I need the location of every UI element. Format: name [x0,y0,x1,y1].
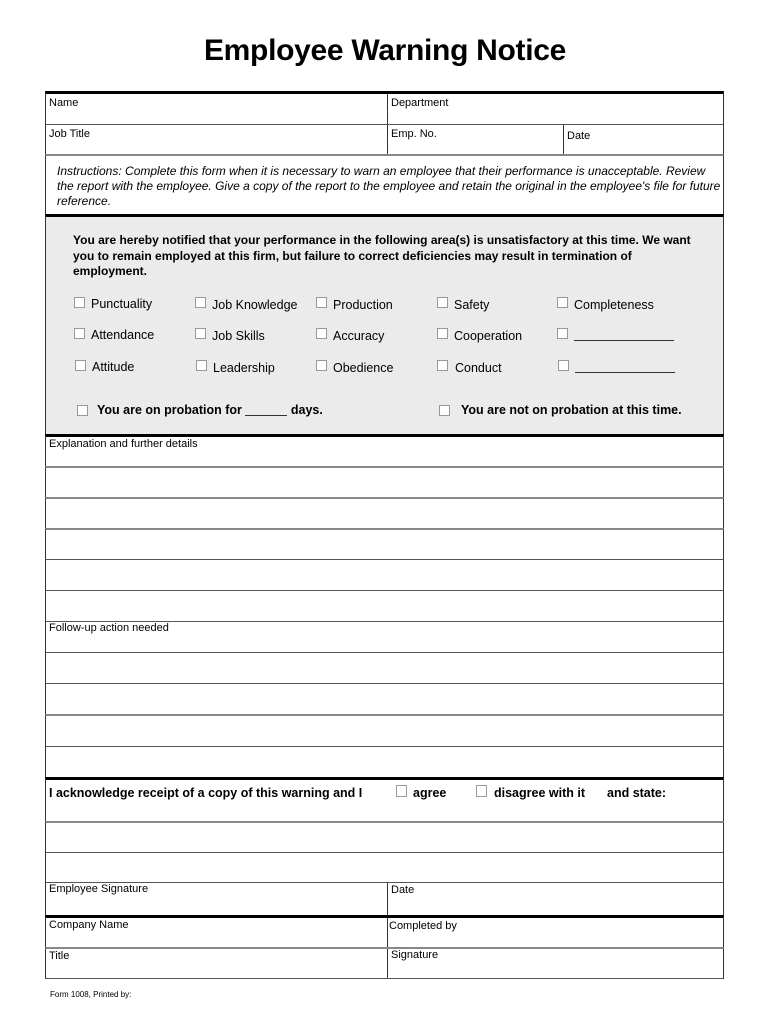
followup-line[interactable] [45,683,724,714]
acknowledge-row: I acknowledge receipt of a copy of this … [45,777,724,821]
probation-on-label: You are on probation for days. [97,403,323,417]
followup-line[interactable] [45,652,724,683]
explanation-line[interactable] [45,466,724,497]
job-skills-label: Job Skills [212,329,265,343]
probation-off-checkbox[interactable] [439,405,450,416]
employee-signature-row: Employee Signature Date [45,882,724,915]
agree-label: agree [413,786,447,800]
employee-date-label: Date [391,884,415,896]
followup-line[interactable] [45,746,724,777]
probation-off-label: You are not on probation at this time. [461,403,682,417]
date-label: Date [567,130,591,142]
job-skills-checkbox[interactable] [195,328,206,339]
cooperation-checkbox[interactable] [437,328,448,339]
completeness-checkbox[interactable] [557,297,568,308]
obedience-checkbox[interactable] [316,360,327,371]
other-area-1-checkbox[interactable] [557,328,568,339]
department-field[interactable]: Department [387,94,723,124]
production-checkbox[interactable] [316,297,327,308]
row-name-department: Name Department [45,91,724,124]
acknowledge-text: I acknowledge receipt of a copy of this … [49,786,363,800]
title-signature-row: Title Signature [45,947,724,979]
disagree-label: disagree with it [494,786,585,800]
explanation-line[interactable] [45,590,724,621]
attendance-label: Attendance [91,328,155,342]
date-field[interactable]: Date [563,125,723,154]
job-title-field[interactable]: Job Title [46,125,387,154]
job-knowledge-checkbox[interactable] [195,297,206,308]
employee-signature-label: Employee Signature [49,883,149,895]
notice-panel: You are hereby notified that your perfor… [45,214,724,434]
explanation-label: Explanation and further details [49,438,198,450]
explanation-line[interactable] [45,559,724,590]
job-knowledge-label: Job Knowledge [212,298,298,312]
punctuality-label: Punctuality [91,297,153,311]
followup-header-row[interactable]: Follow-up action needed [45,621,724,652]
company-name-field[interactable]: Company Name [46,918,387,947]
department-label: Department [391,97,449,109]
company-name-label: Company Name [49,919,129,931]
statement-line[interactable] [45,852,724,882]
completed-by-label: Completed by [389,920,457,932]
explanation-line[interactable] [45,497,724,528]
form-footer: Form 1008, Printed by: [50,990,132,999]
explanation-header-row[interactable]: Explanation and further details [45,434,724,466]
statement-line[interactable] [45,821,724,852]
agree-checkbox[interactable] [396,785,407,797]
explanation-line[interactable] [45,528,724,559]
probation-days-input[interactable] [245,403,288,416]
probation-on-prefix: You are on probation for [97,403,242,417]
conduct-label: Conduct [455,361,502,375]
attendance-checkbox[interactable] [74,328,85,339]
title-field[interactable]: Title [46,949,387,978]
obedience-label: Obedience [333,361,394,375]
name-field[interactable]: Name [46,94,387,124]
company-row: Company Name Completed by [45,915,724,947]
job-title-label: Job Title [49,128,90,140]
notice-text: You are hereby notified that your perfor… [73,233,691,278]
followup-line[interactable] [45,714,724,746]
other-area-2-checkbox[interactable] [558,360,569,371]
name-label: Name [49,97,79,109]
other-area-1-input[interactable] [574,327,674,341]
employee-date-field[interactable]: Date [387,883,723,915]
warning-form: Name Department Job Title Emp. No. Date … [45,91,724,979]
probation-on-suffix: days. [290,403,323,417]
attitude-label: Attitude [92,360,135,374]
page-title: Employee Warning Notice [203,34,567,67]
instructions-text: Instructions: Complete this form when it… [57,164,721,208]
employee-signature-field[interactable]: Employee Signature [46,883,387,915]
signature-field[interactable]: Signature [387,949,723,978]
punctuality-checkbox[interactable] [74,297,85,308]
emp-no-field[interactable]: Emp. No. [387,125,563,154]
leadership-checkbox[interactable] [196,360,207,371]
completed-by-field[interactable]: Completed by [387,918,723,947]
probation-on-checkbox[interactable] [77,405,88,416]
row-jobtitle-empno-date: Job Title Emp. No. Date [45,124,724,154]
instructions-row: Instructions: Complete this form when it… [45,154,724,214]
leadership-label: Leadership [213,361,275,375]
accuracy-label: Accuracy [333,329,385,343]
signature-label: Signature [391,949,439,961]
disagree-checkbox[interactable] [476,785,487,797]
attitude-checkbox[interactable] [75,360,86,371]
conduct-checkbox[interactable] [437,360,448,371]
emp-no-label: Emp. No. [391,128,437,140]
safety-checkbox[interactable] [437,297,448,308]
accuracy-checkbox[interactable] [316,328,327,339]
and-state-label: and state: [607,786,667,800]
completeness-label: Completeness [574,298,654,312]
followup-label: Follow-up action needed [49,622,169,634]
title-label: Title [49,950,70,962]
safety-label: Safety [454,298,490,312]
production-label: Production [333,298,393,312]
other-area-2-input[interactable] [575,359,675,373]
cooperation-label: Cooperation [454,329,523,343]
